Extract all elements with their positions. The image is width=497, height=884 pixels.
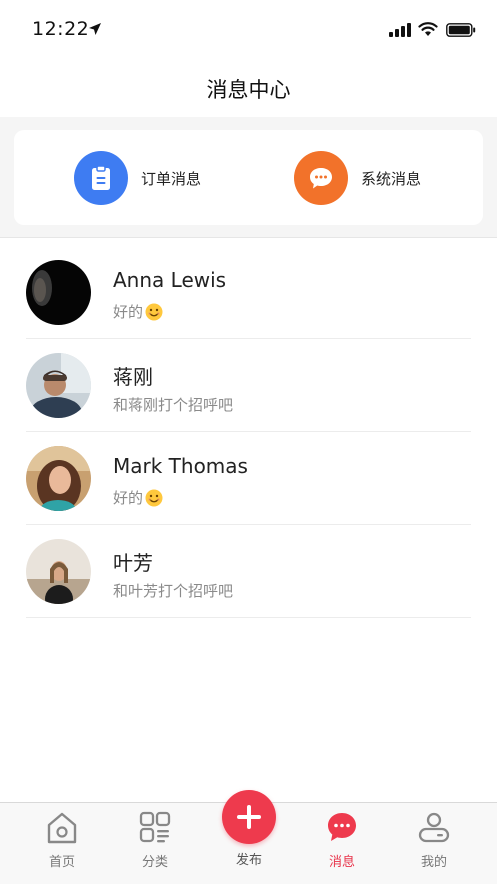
last-message: 和叶芳打个招呼吧 xyxy=(113,580,233,601)
location-arrow-icon xyxy=(89,23,101,35)
order-messages-icon-circle xyxy=(74,151,128,205)
smile-emoji-icon xyxy=(145,303,163,320)
status-bar: 12:22 xyxy=(0,0,497,60)
last-message-text: 和蒋刚打个招呼吧 xyxy=(113,396,234,414)
home-icon xyxy=(47,812,77,844)
message-icon xyxy=(328,813,356,841)
contact-name: Anna Lewis xyxy=(113,268,227,292)
last-message: 好的 xyxy=(113,301,163,322)
contact-name: Mark Thomas xyxy=(113,454,248,478)
last-message-text: 好的 xyxy=(113,489,144,507)
last-message: 好的 xyxy=(113,487,163,508)
signal-icon xyxy=(389,23,411,37)
clipboard-icon xyxy=(92,165,110,190)
tab-category[interactable]: 分类 xyxy=(115,803,195,884)
tab-category-label: 分类 xyxy=(141,855,168,870)
profile-icon xyxy=(418,812,450,843)
tab-profile[interactable]: 我的 xyxy=(394,803,474,884)
tab-messages-label: 消息 xyxy=(328,855,355,870)
system-messages-label: 系统消息 xyxy=(361,169,422,188)
contact-name: 蒋刚 xyxy=(113,365,153,389)
tab-home-label: 首页 xyxy=(48,855,75,870)
tab-messages[interactable]: 消息 xyxy=(302,803,382,884)
avatar xyxy=(26,260,91,325)
smile-emoji-icon xyxy=(145,489,163,506)
row-divider xyxy=(26,617,471,618)
publish-circle xyxy=(222,790,276,844)
conversation-row[interactable]: 蒋刚 和蒋刚打个招呼吧 xyxy=(0,339,497,432)
wifi-icon xyxy=(418,22,438,36)
publish-label: 发布 xyxy=(235,853,262,868)
chat-bubble-icon xyxy=(310,168,332,189)
plus-icon xyxy=(237,805,261,829)
page-title: 消息中心 xyxy=(206,78,291,102)
battery-icon xyxy=(446,23,476,37)
status-time: 12:22 xyxy=(32,18,90,40)
order-messages-label: 订单消息 xyxy=(141,169,202,188)
contact-name: 叶芳 xyxy=(113,551,153,575)
last-message: 和蒋刚打个招呼吧 xyxy=(113,394,233,415)
tab-home[interactable]: 首页 xyxy=(22,803,102,884)
avatar xyxy=(26,353,91,418)
system-messages-icon-circle xyxy=(294,151,348,205)
grid-icon xyxy=(139,811,171,843)
order-messages-button[interactable]: 订单消息 xyxy=(74,151,201,205)
message-category-card: 订单消息 系统消息 xyxy=(14,130,483,225)
system-messages-button[interactable]: 系统消息 xyxy=(294,151,421,205)
avatar xyxy=(26,446,91,511)
last-message-text: 好的 xyxy=(113,303,144,321)
tab-profile-label: 我的 xyxy=(420,855,447,870)
publish-button[interactable]: 发布 xyxy=(209,790,289,883)
avatar xyxy=(26,539,91,604)
message-category-section: 订单消息 系统消息 xyxy=(0,117,497,238)
last-message-text: 和叶芳打个招呼吧 xyxy=(113,582,234,600)
conversation-row[interactable]: Mark Thomas 好的 xyxy=(0,432,497,525)
conversation-row[interactable]: 叶芳 和叶芳打个招呼吧 xyxy=(0,525,497,618)
conversation-row[interactable]: Anna Lewis 好的 xyxy=(0,246,497,339)
